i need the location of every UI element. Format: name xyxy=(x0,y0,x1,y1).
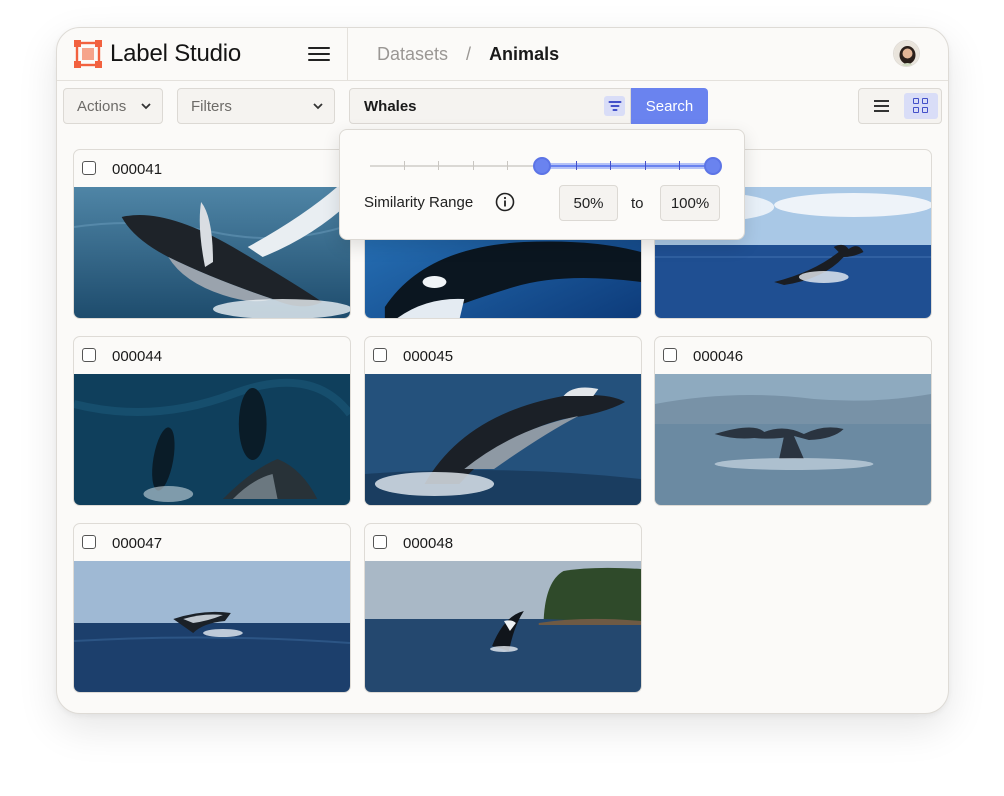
breadcrumb-current: Animals xyxy=(489,44,560,64)
card-checkbox[interactable] xyxy=(373,348,387,362)
breadcrumb-separator: / xyxy=(466,44,472,64)
similarity-min-input[interactable]: 50% xyxy=(559,185,618,221)
label-studio-logo-icon xyxy=(74,40,102,68)
view-toggle xyxy=(858,88,942,124)
filters-label: Filters xyxy=(191,97,232,115)
slider-max-handle[interactable] xyxy=(704,157,722,175)
card-header: 000047 xyxy=(74,524,350,561)
app-window: Label Studio Datasets / Animals Actions … xyxy=(56,27,949,714)
user-avatar[interactable] xyxy=(893,40,920,67)
slider-tick xyxy=(438,161,439,170)
card-id: 000048 xyxy=(403,535,454,552)
card-id: 000046 xyxy=(693,348,744,365)
similarity-max-input[interactable]: 100% xyxy=(660,185,720,221)
slider-tick xyxy=(576,161,577,170)
chevron-down-icon xyxy=(313,103,323,110)
slider-tick xyxy=(610,161,611,170)
card-header: 000045 xyxy=(365,337,641,374)
slider-min-handle[interactable] xyxy=(533,157,551,175)
slider-tick xyxy=(679,161,680,170)
whale-breaching-image xyxy=(365,374,641,505)
card-id: 000045 xyxy=(403,348,454,365)
filter-settings-icon[interactable] xyxy=(604,96,625,116)
image-card[interactable]: 000046 xyxy=(654,336,932,506)
whale-image xyxy=(74,187,350,318)
app-title: Label Studio xyxy=(110,40,242,67)
card-header: 000044 xyxy=(74,337,350,374)
card-header: 000048 xyxy=(365,524,641,561)
image-card[interactable]: 000047 xyxy=(73,523,351,693)
hamburger-menu-icon[interactable] xyxy=(307,43,331,65)
card-checkbox[interactable] xyxy=(663,348,677,362)
slider-tick xyxy=(507,161,508,170)
chevron-down-icon xyxy=(141,103,151,110)
slider-tick xyxy=(473,161,474,170)
slider-range-core xyxy=(543,165,714,167)
slider-tick xyxy=(645,161,646,170)
card-id: 000044 xyxy=(112,348,163,365)
filters-dropdown[interactable]: Filters xyxy=(177,88,335,124)
breadcrumb: Datasets / Animals xyxy=(377,44,559,65)
card-checkbox[interactable] xyxy=(82,161,96,175)
card-id: 000047 xyxy=(112,535,163,552)
card-checkbox[interactable] xyxy=(82,348,96,362)
range-to-label: to xyxy=(631,195,644,212)
grid-view-icon[interactable] xyxy=(904,93,938,119)
slider-tick xyxy=(404,161,405,170)
top-header: Label Studio Datasets / Animals xyxy=(57,28,948,81)
whales-aerial-image xyxy=(74,374,350,505)
search-button[interactable]: Search xyxy=(631,88,708,124)
image-card[interactable]: 000044 xyxy=(73,336,351,506)
actions-dropdown[interactable]: Actions xyxy=(63,88,163,124)
similarity-range-label: Similarity Range xyxy=(364,194,474,211)
card-checkbox[interactable] xyxy=(82,535,96,549)
logo-area: Label Studio xyxy=(57,28,348,81)
card-header: 000041 xyxy=(74,150,350,187)
breadcrumb-datasets[interactable]: Datasets xyxy=(377,44,448,65)
search-input[interactable] xyxy=(350,89,590,123)
image-card[interactable]: 000041 xyxy=(73,149,351,319)
card-id: 000041 xyxy=(112,161,163,178)
info-icon[interactable] xyxy=(495,192,515,212)
list-view-icon[interactable] xyxy=(865,93,897,119)
card-checkbox[interactable] xyxy=(373,535,387,549)
whale-tail-misty-image xyxy=(655,374,931,505)
whale-distant-image xyxy=(74,561,350,692)
card-header: 000046 xyxy=(655,337,931,374)
image-card[interactable]: 000045 xyxy=(364,336,642,506)
orca-forest-image xyxy=(365,561,641,692)
actions-label: Actions xyxy=(77,97,127,115)
image-card[interactable]: 000048 xyxy=(364,523,642,693)
similarity-popover: Similarity Range 50% to 100% xyxy=(339,129,745,240)
search-box xyxy=(349,88,631,124)
